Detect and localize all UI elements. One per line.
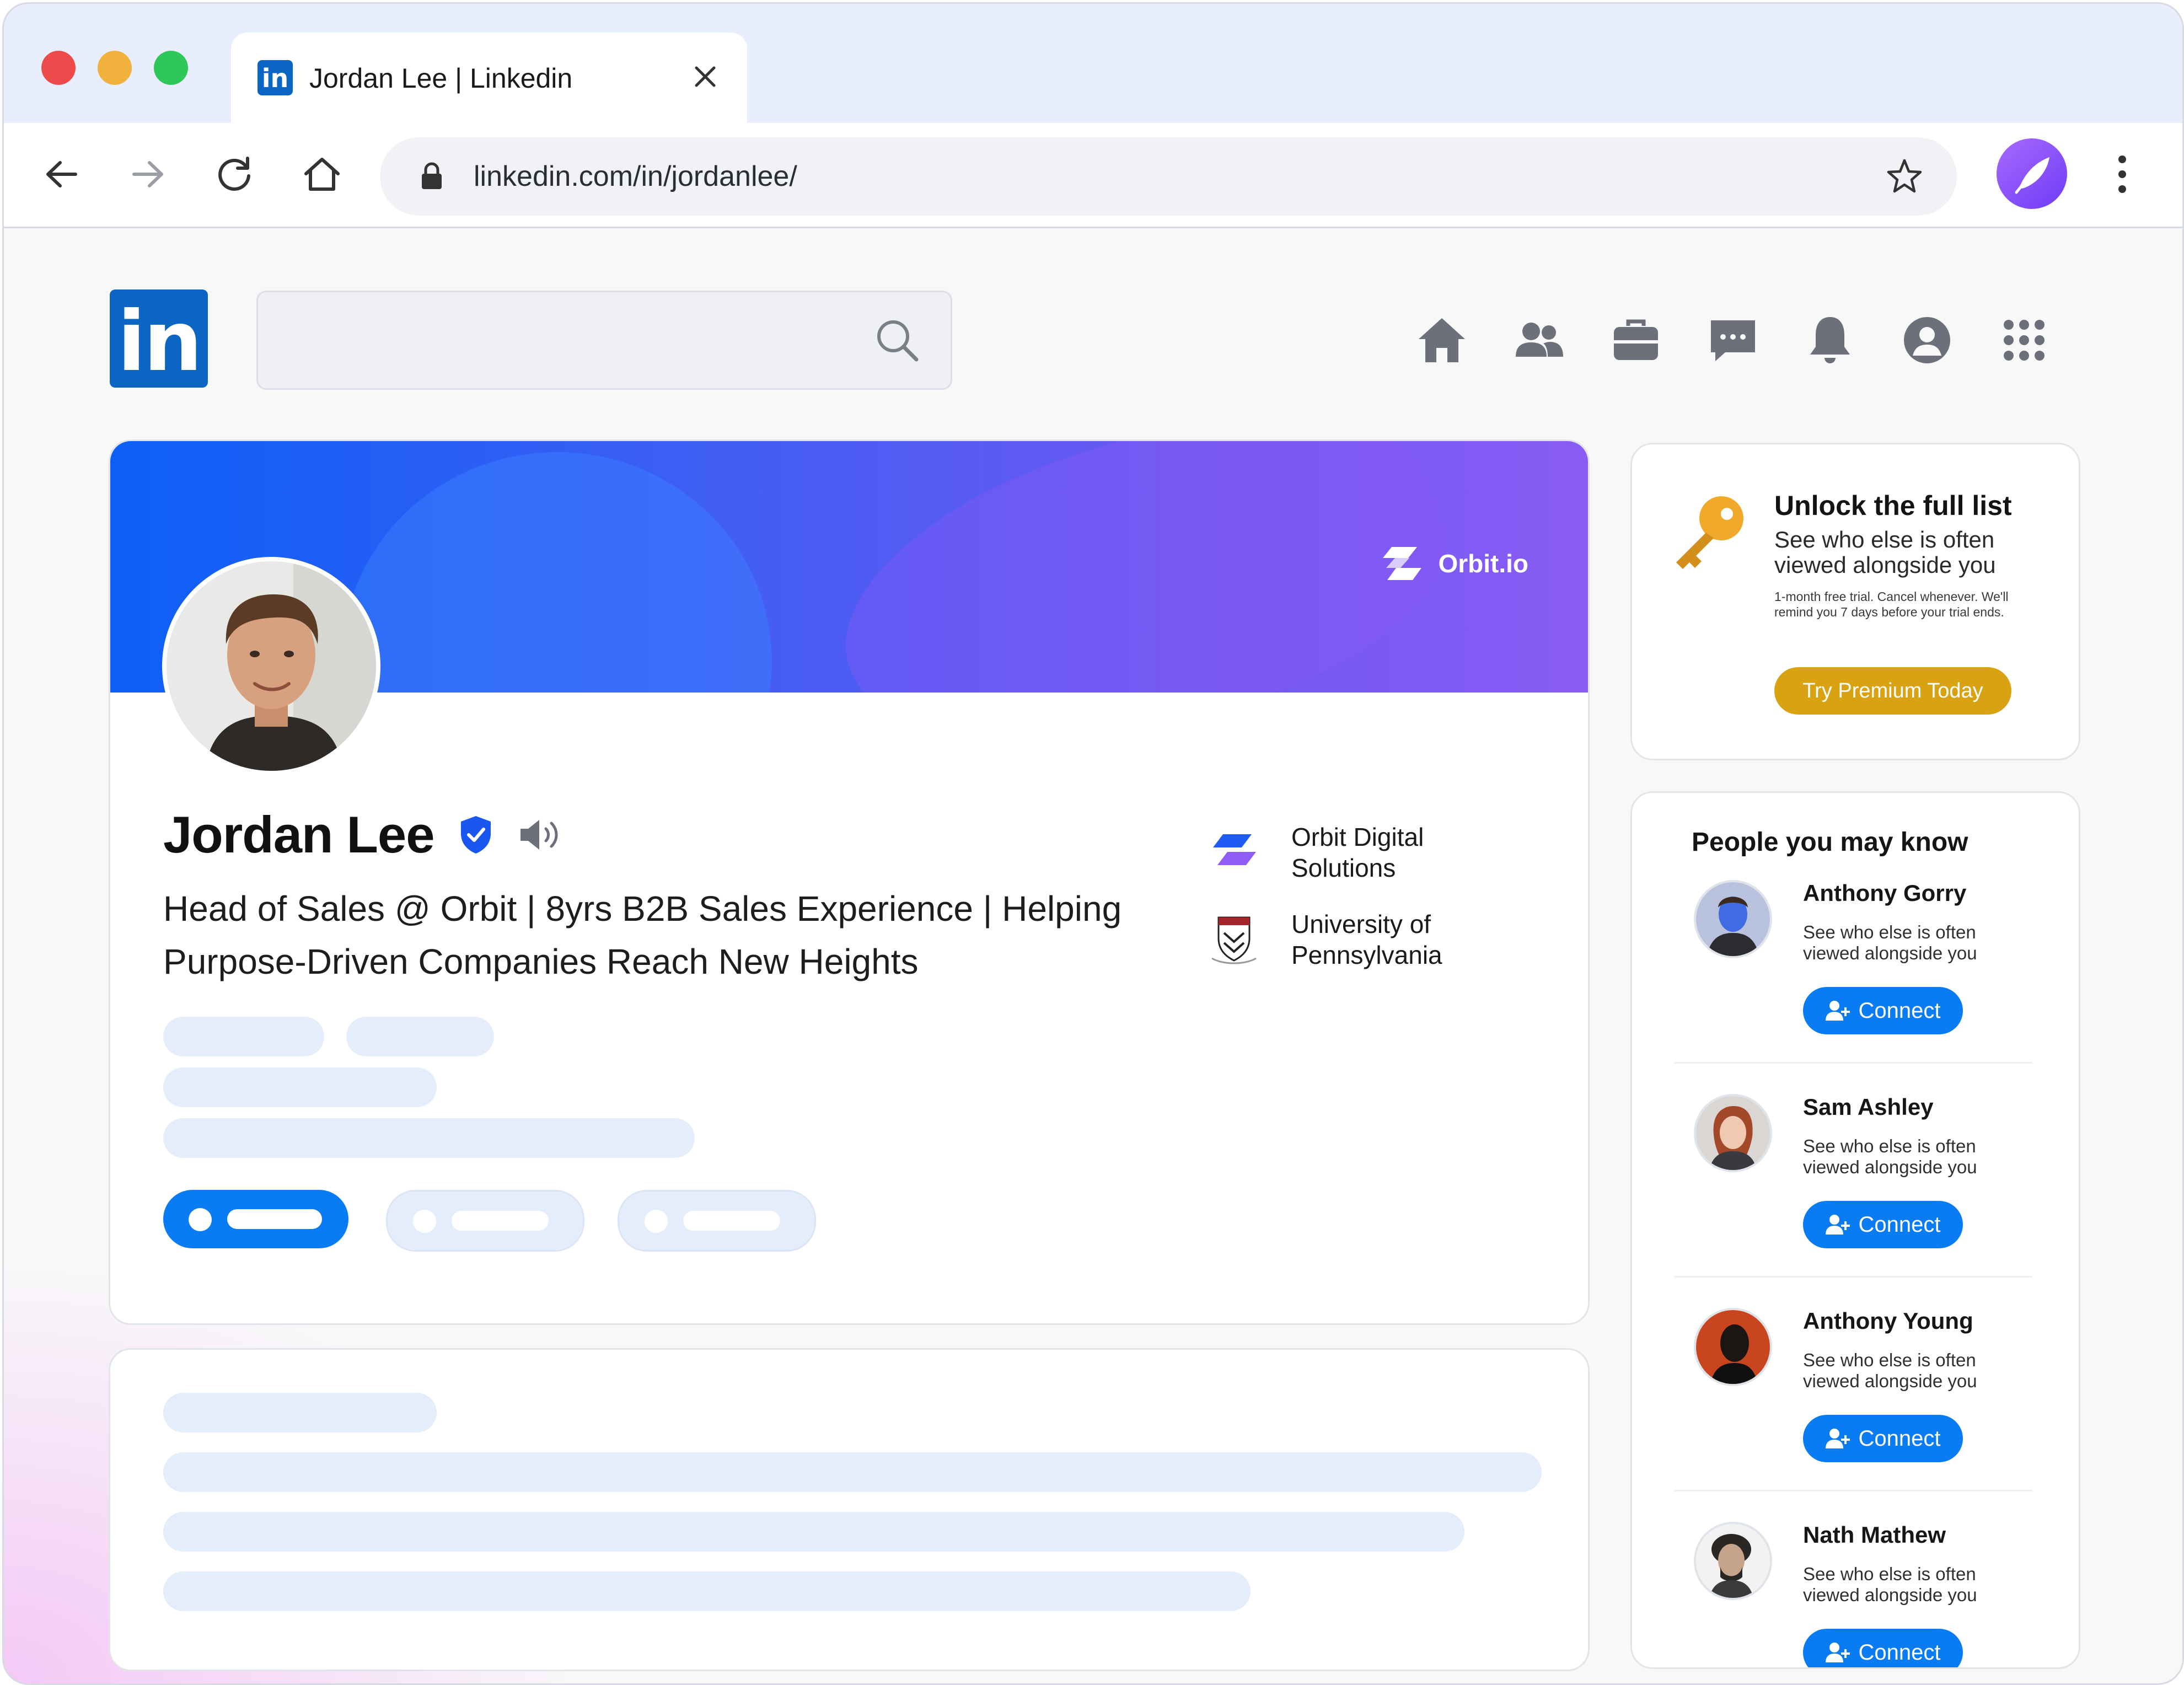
premium-fine-print: 1-month free trial. Cancel whenever. We'… <box>1774 589 2009 619</box>
home-icon[interactable] <box>298 151 346 198</box>
try-premium-button[interactable]: Try Premium Today <box>1774 667 2011 715</box>
people-card: People you may know Anthony Gorry See wh… <box>1630 791 2080 1669</box>
close-tab-icon[interactable] <box>683 55 727 99</box>
add-person-icon <box>1825 1643 1850 1662</box>
nav-apps-icon[interactable] <box>1997 313 2052 368</box>
browser-toolbar: linkedin.com/in/jordanlee/ <box>4 123 2182 228</box>
secondary-action-button[interactable] <box>386 1190 584 1252</box>
avatar[interactable] <box>1694 1308 1772 1386</box>
feather-icon <box>2015 157 2049 194</box>
extension-icon[interactable] <box>1997 138 2067 209</box>
tab-title: Jordan Lee | Linkedin <box>309 63 573 94</box>
avatar[interactable] <box>1694 880 1772 958</box>
forward-icon[interactable] <box>124 151 171 198</box>
placeholder-bar <box>346 1017 494 1056</box>
banner-brand: Orbit.io <box>1378 546 1528 581</box>
more-action-button[interactable] <box>618 1190 816 1252</box>
connect-button[interactable]: Connect <box>1803 1201 1963 1248</box>
premium-subtitle: See who else is often viewed alongside y… <box>1774 527 1996 578</box>
connect-label: Connect <box>1858 998 1941 1023</box>
company-name: Orbit Digital Solutions <box>1291 823 1424 882</box>
search-input[interactable] <box>256 291 952 390</box>
school-name: University of Pennsylvania <box>1291 910 1442 969</box>
reload-icon[interactable] <box>211 151 259 198</box>
placeholder-bar <box>163 1017 324 1056</box>
profile-avatar[interactable] <box>162 557 380 775</box>
minimize-window-button[interactable] <box>98 51 132 85</box>
list-item: Anthony Young See who else is often view… <box>1632 1308 2079 1522</box>
add-person-icon <box>1825 1429 1850 1448</box>
nav-network-icon[interactable] <box>1511 313 1566 368</box>
linkedin-logo[interactable]: in <box>110 289 208 390</box>
search-icon <box>877 320 919 362</box>
back-icon[interactable] <box>38 151 85 198</box>
nav-jobs-icon[interactable] <box>1608 313 1664 368</box>
profile-headline: Head of Sales @ Orbit | 8yrs B2B Sales E… <box>163 889 1122 981</box>
school-crest-icon <box>1211 916 1257 964</box>
placeholder-bar <box>163 1452 1542 1492</box>
company-item[interactable]: Orbit Digital Solutions <box>1208 822 1501 883</box>
placeholder-bar <box>163 1118 695 1158</box>
avatar[interactable] <box>1694 1094 1772 1172</box>
placeholder-bar <box>163 1067 437 1107</box>
list-item: Sam Ashley See who else is often viewed … <box>1632 1094 2079 1308</box>
person-name[interactable]: Anthony Gorry <box>1803 880 1966 906</box>
orbit-logo-icon <box>1383 547 1422 580</box>
placeholder-bar <box>163 1512 1464 1552</box>
connect-label: Connect <box>1858 1426 1941 1451</box>
add-person-icon <box>1825 1215 1850 1235</box>
connect-button[interactable]: Connect <box>1803 987 1963 1034</box>
audio-icon[interactable] <box>517 815 565 854</box>
connect-label: Connect <box>1858 1640 1941 1665</box>
star-icon[interactable] <box>1884 156 1925 197</box>
key-icon <box>1676 496 1743 569</box>
maximize-window-button[interactable] <box>154 51 188 85</box>
name-row: Jordan Lee <box>163 805 565 865</box>
address-bar[interactable]: linkedin.com/in/jordanlee/ <box>380 137 1957 216</box>
activity-card <box>109 1348 1590 1671</box>
people-title: People you may know <box>1692 828 1968 857</box>
browser-tab[interactable]: in Jordan Lee | Linkedin <box>231 33 747 126</box>
profile-photo <box>167 561 376 771</box>
browser-window: in Jordan Lee | Linkedin linkedin.com/in… <box>2 2 2184 1685</box>
person-subtitle: See who else is often viewed alongside y… <box>1803 1564 1977 1605</box>
url-text: linkedin.com/in/jordanlee/ <box>474 160 797 192</box>
lock-icon <box>422 162 442 189</box>
connect-button[interactable]: Connect <box>1803 1629 1963 1667</box>
avatar[interactable] <box>1694 1522 1772 1600</box>
nav-messaging-icon[interactable] <box>1705 313 1761 368</box>
profile-name: Jordan Lee <box>163 806 434 863</box>
person-subtitle: See who else is often viewed alongside y… <box>1803 1136 1977 1177</box>
linkedin-favicon-icon: in <box>257 60 293 95</box>
premium-card: Unlock the full list See who else is oft… <box>1630 443 2080 760</box>
list-item: Anthony Gorry See who else is often view… <box>1632 880 2079 1094</box>
premium-title: Unlock the full list <box>1774 490 2012 521</box>
add-person-icon <box>1825 1001 1850 1021</box>
connect-label: Connect <box>1858 1212 1941 1237</box>
person-name[interactable]: Sam Ashley <box>1803 1094 1934 1120</box>
connect-button[interactable]: Connect <box>1803 1415 1963 1462</box>
nav-home-icon[interactable] <box>1414 313 1469 368</box>
person-subtitle: See who else is often viewed alongside y… <box>1803 1350 1977 1391</box>
company-logo-icon <box>1213 834 1256 865</box>
list-item: Nath Mathew See who else is often viewed… <box>1632 1522 2079 1667</box>
primary-action-button[interactable] <box>163 1190 348 1248</box>
close-window-button[interactable] <box>41 51 76 85</box>
nav-me-icon[interactable] <box>1899 313 1955 368</box>
banner-brand-text: Orbit.io <box>1438 549 1528 578</box>
menu-icon[interactable] <box>2106 151 2139 198</box>
placeholder-bar <box>163 1571 1251 1611</box>
nav-notifications-icon[interactable] <box>1802 313 1858 368</box>
person-name[interactable]: Anthony Young <box>1803 1308 1973 1334</box>
verified-icon[interactable] <box>459 815 493 855</box>
person-name[interactable]: Nath Mathew <box>1803 1522 1946 1548</box>
profile-card: Orbit.io Jordan Lee Head of Sales @ Orbi… <box>109 439 1590 1325</box>
person-subtitle: See who else is often viewed alongside y… <box>1803 922 1977 963</box>
placeholder-bar <box>163 1393 437 1432</box>
school-item[interactable]: University of Pennsylvania <box>1208 909 1501 970</box>
tab-strip: in Jordan Lee | Linkedin <box>4 4 2182 126</box>
